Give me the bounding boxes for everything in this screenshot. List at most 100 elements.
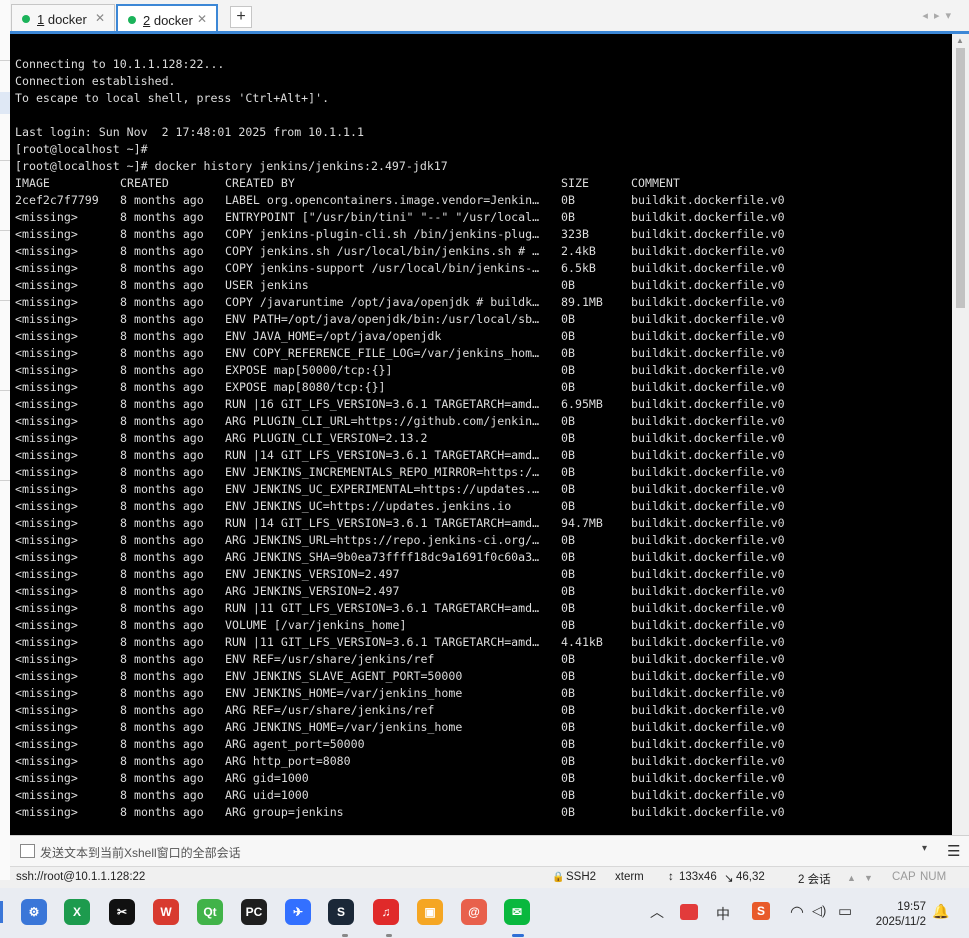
qt-app-icon[interactable]: Qt bbox=[197, 899, 223, 925]
cell-size: 0B bbox=[561, 465, 575, 479]
scrollbar-thumb[interactable] bbox=[956, 48, 965, 308]
cell-comment: buildkit.dockerfile.v0 bbox=[631, 210, 785, 224]
lock-icon: 🔒 bbox=[552, 872, 565, 883]
close-tab-icon[interactable]: ✕ bbox=[95, 11, 105, 25]
cell-image: <missing> bbox=[15, 227, 78, 241]
cell-created-by: ARG PLUGIN_CLI_VERSION=2.13.2 bbox=[225, 431, 428, 445]
cell-size: 0B bbox=[561, 363, 575, 377]
cell-comment: buildkit.dockerfile.v0 bbox=[631, 720, 785, 734]
cell-created: 8 months ago bbox=[120, 244, 204, 258]
cell-created-by: ARG JENKINS_SHA=9b0ea73ffff18dc9a1691f0c… bbox=[225, 550, 540, 564]
cell-created-by: RUN |11 GIT_LFS_VERSION=3.6.1 TARGETARCH… bbox=[225, 635, 540, 649]
cell-created-by: RUN |16 GIT_LFS_VERSION=3.6.1 TARGETARCH… bbox=[225, 397, 540, 411]
cell-created: CREATED bbox=[120, 176, 169, 190]
cell-size: 0B bbox=[561, 329, 575, 343]
bell-icon[interactable]: 🔔 bbox=[932, 903, 949, 920]
tab-navigation-arrows[interactable]: ◂▸▾ bbox=[922, 9, 957, 22]
wps-tray-icon[interactable] bbox=[680, 904, 698, 920]
snail-app-icon[interactable]: @ bbox=[461, 899, 487, 925]
cell-created-by: ENV JENKINS_INCREMENTALS_REPO_MIRROR=htt… bbox=[225, 465, 540, 479]
running-indicator bbox=[512, 934, 524, 937]
windows-tool-app-icon[interactable]: ▣ bbox=[417, 899, 443, 925]
cell-size: 0B bbox=[561, 618, 575, 632]
cell-created: 8 months ago bbox=[120, 601, 204, 615]
cell-image: <missing> bbox=[15, 567, 78, 581]
up-arrow-icon[interactable]: ▲ bbox=[847, 873, 856, 883]
tab-docker-1[interactable]: 1 docker ✕ bbox=[11, 4, 115, 32]
cell-image: <missing> bbox=[15, 618, 78, 632]
cell-created: 8 months ago bbox=[120, 278, 204, 292]
cell-size: 0B bbox=[561, 584, 575, 598]
cell-size: 89.1MB bbox=[561, 295, 603, 309]
cursor-icon: ↘ bbox=[724, 873, 734, 885]
cell-image: 2cef2c7f7799 bbox=[15, 193, 99, 207]
cell-image: <missing> bbox=[15, 312, 78, 326]
cell-created: 8 months ago bbox=[120, 788, 204, 802]
tab-docker-2[interactable]: 2 docker ✕ bbox=[116, 4, 218, 32]
cell-created: 8 months ago bbox=[120, 771, 204, 785]
chevron-up-icon[interactable]: ︿ bbox=[650, 902, 664, 922]
cell-created: 8 months ago bbox=[120, 669, 204, 683]
xshell-app-icon[interactable]: X bbox=[64, 899, 90, 925]
cell-image: <missing> bbox=[15, 431, 78, 445]
cell-created-by: ARG uid=1000 bbox=[225, 788, 309, 802]
cell-comment: buildkit.dockerfile.v0 bbox=[631, 686, 785, 700]
cell-created: 8 months ago bbox=[120, 618, 204, 632]
wechat-app-icon[interactable]: ✉ bbox=[504, 899, 530, 925]
menu-icon[interactable]: ☰ bbox=[947, 842, 960, 860]
down-arrow-icon[interactable]: ▼ bbox=[864, 873, 873, 883]
connection-address: ssh://root@10.1.1.128:22 bbox=[16, 871, 146, 883]
close-tab-icon[interactable]: ✕ bbox=[197, 12, 207, 26]
pycharm-app-icon[interactable]: PC bbox=[241, 899, 267, 925]
cell-created: 8 months ago bbox=[120, 295, 204, 309]
cell-created: 8 months ago bbox=[120, 363, 204, 377]
cell-image: <missing> bbox=[15, 482, 78, 496]
cell-created-by: ARG gid=1000 bbox=[225, 771, 309, 785]
cell-created-by: ARG agent_port=50000 bbox=[225, 737, 365, 751]
cell-created: 8 months ago bbox=[120, 380, 204, 394]
cell-created: 8 months ago bbox=[120, 329, 204, 343]
cell-size: 0B bbox=[561, 669, 575, 683]
cell-image: <missing> bbox=[15, 788, 78, 802]
compose-input[interactable]: 发送文本到当前Xshell窗口的全部会话 bbox=[40, 844, 241, 861]
cell-created: 8 months ago bbox=[120, 533, 204, 547]
feishu-app-icon[interactable]: ✈ bbox=[285, 899, 311, 925]
scroll-up-icon[interactable]: ▲ bbox=[956, 36, 964, 45]
cell-image: <missing> bbox=[15, 499, 78, 513]
cell-created-by: ENV JENKINS_UC=https://updates.jenkins.i… bbox=[225, 499, 512, 513]
cell-comment: buildkit.dockerfile.v0 bbox=[631, 397, 785, 411]
cell-created: 8 months ago bbox=[120, 635, 204, 649]
wifi-icon[interactable]: ◠ bbox=[790, 902, 804, 922]
cell-comment: buildkit.dockerfile.v0 bbox=[631, 312, 785, 326]
terminal-output[interactable]: Connecting to 10.1.1.128:22... Connectio… bbox=[10, 34, 952, 835]
capcut-app-icon[interactable]: ✂ bbox=[109, 899, 135, 925]
ime-indicator[interactable]: 中 bbox=[716, 904, 730, 924]
compose-checkbox[interactable] bbox=[20, 844, 35, 858]
chevron-down-icon[interactable]: ▾ bbox=[922, 843, 927, 854]
wps-s-tray-icon[interactable]: S bbox=[752, 902, 770, 920]
battery-icon[interactable]: ▭ bbox=[838, 902, 852, 920]
cell-created-by: ARG JENKINS_URL=https://repo.jenkins-ci.… bbox=[225, 533, 540, 547]
cell-size: 0B bbox=[561, 312, 575, 326]
cell-comment: buildkit.dockerfile.v0 bbox=[631, 550, 785, 564]
volume-icon[interactable]: ◁) bbox=[812, 903, 826, 919]
netease-music-app-icon[interactable]: ♫ bbox=[373, 899, 399, 925]
tab-bar: 1 docker ✕ 2 docker ✕ + ◂▸▾ bbox=[10, 0, 969, 34]
settings-app-icon[interactable]: ⚙ bbox=[21, 899, 47, 925]
cell-image: <missing> bbox=[15, 516, 78, 530]
steam-app-icon[interactable]: S bbox=[328, 899, 354, 925]
clock[interactable]: 19:57 2025/11/2 bbox=[860, 900, 926, 930]
cell-created: 8 months ago bbox=[120, 754, 204, 768]
cell-comment: buildkit.dockerfile.v0 bbox=[631, 346, 785, 360]
new-tab-button[interactable]: + bbox=[230, 6, 252, 28]
cell-created-by: LABEL org.opencontainers.image.vendor=Je… bbox=[225, 193, 540, 207]
session-count-label: 2 会话 bbox=[798, 874, 831, 886]
wps-app-icon[interactable]: W bbox=[153, 899, 179, 925]
cell-comment: buildkit.dockerfile.v0 bbox=[631, 584, 785, 598]
cell-comment: buildkit.dockerfile.v0 bbox=[631, 329, 785, 343]
cell-created: 8 months ago bbox=[120, 193, 204, 207]
cell-created: 8 months ago bbox=[120, 431, 204, 445]
cell-size: 0B bbox=[561, 482, 575, 496]
cell-created-by: RUN |14 GIT_LFS_VERSION=3.6.1 TARGETARCH… bbox=[225, 516, 540, 530]
terminal-scrollbar[interactable]: ▲ bbox=[952, 34, 969, 835]
